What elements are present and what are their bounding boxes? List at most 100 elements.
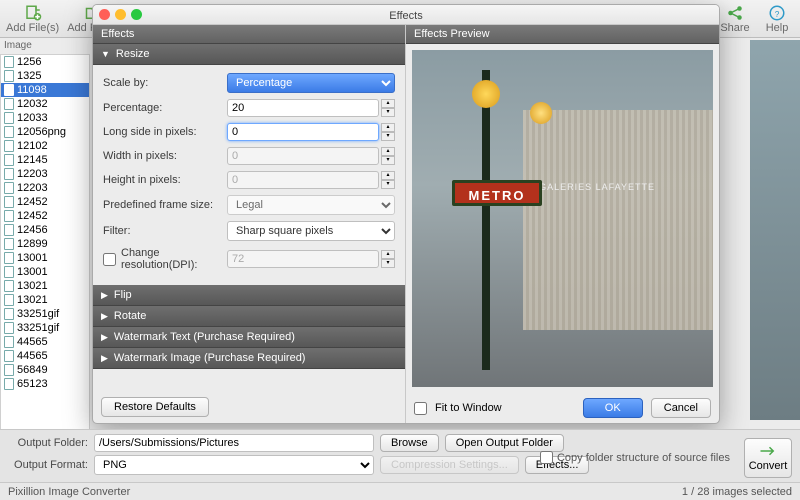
svg-text:?: ?: [775, 9, 780, 18]
copy-folder-structure-row[interactable]: Copy folder structure of source files: [540, 451, 730, 464]
list-item[interactable]: 44565: [1, 349, 89, 363]
list-item[interactable]: 12203: [1, 181, 89, 195]
copy-folder-structure-checkbox[interactable]: [540, 451, 553, 464]
share-label: Share: [720, 22, 749, 34]
section-watermark-text[interactable]: ▶Watermark Text (Purchase Required): [93, 327, 405, 348]
convert-icon: [759, 444, 777, 458]
list-item[interactable]: 12032: [1, 97, 89, 111]
browse-button[interactable]: Browse: [380, 434, 439, 452]
maximize-icon[interactable]: [131, 9, 142, 20]
list-item-label: 12032: [17, 98, 48, 110]
file-icon: [4, 238, 14, 250]
output-format-select[interactable]: PNG: [94, 455, 374, 475]
file-icon: [4, 224, 14, 236]
section-flip[interactable]: ▶Flip: [93, 285, 405, 306]
preview-pane-header: Effects Preview: [406, 25, 719, 44]
file-icon: [4, 168, 14, 180]
cancel-button[interactable]: Cancel: [651, 398, 711, 418]
list-item-label: 33251gif: [17, 308, 59, 320]
list-item[interactable]: 12452: [1, 209, 89, 223]
list-item[interactable]: 11098: [1, 83, 89, 97]
list-item[interactable]: 13021: [1, 293, 89, 307]
file-icon: [4, 266, 14, 278]
filter-select[interactable]: Sharp square pixels: [227, 221, 395, 241]
file-icon: [4, 84, 14, 96]
file-icon: [4, 56, 14, 68]
dpi-input: [227, 250, 379, 268]
resize-form: Scale by: Percentage Percentage: ▴▾ Long…: [93, 65, 405, 285]
scale-by-label: Scale by:: [103, 77, 227, 89]
file-icon: [4, 182, 14, 194]
list-item[interactable]: 13001: [1, 251, 89, 265]
file-icon: [4, 364, 14, 376]
long-side-stepper[interactable]: ▴▾: [381, 123, 395, 141]
minimize-icon[interactable]: [115, 9, 126, 20]
section-resize[interactable]: ▼Resize: [93, 44, 405, 65]
list-item[interactable]: 1256: [1, 55, 89, 69]
file-icon: [4, 336, 14, 348]
section-rotate[interactable]: ▶Rotate: [93, 306, 405, 327]
height-stepper[interactable]: ▴▾: [381, 171, 395, 189]
list-item[interactable]: 44565: [1, 335, 89, 349]
list-item[interactable]: 12203: [1, 167, 89, 181]
dialog-titlebar[interactable]: Effects: [93, 5, 719, 25]
close-icon[interactable]: [99, 9, 110, 20]
ok-button[interactable]: OK: [583, 398, 643, 418]
list-item[interactable]: 12899: [1, 237, 89, 251]
app-name-label: Pixillion Image Converter: [8, 486, 130, 498]
list-item-label: 12056png: [17, 126, 66, 138]
dialog-title: Effects: [389, 10, 422, 22]
file-icon: [4, 196, 14, 208]
list-item[interactable]: 12145: [1, 153, 89, 167]
long-side-input[interactable]: [227, 123, 379, 141]
add-files-button[interactable]: Add File(s): [6, 4, 59, 34]
help-button[interactable]: ? Help: [760, 4, 794, 34]
output-format-label: Output Format:: [6, 459, 88, 471]
list-item[interactable]: 12452: [1, 195, 89, 209]
effects-preview-image: GALERIES LAFAYETTE METRO: [412, 50, 713, 387]
preview-store-text: GALERIES LAFAYETTE: [539, 182, 655, 192]
list-item[interactable]: 13021: [1, 279, 89, 293]
file-list[interactable]: 1256132511098 120321203312056png 121021214…: [0, 54, 90, 434]
file-icon: [4, 322, 14, 334]
list-item[interactable]: 65123: [1, 377, 89, 391]
predefined-select: Legal: [227, 195, 395, 215]
list-item[interactable]: 12102: [1, 139, 89, 153]
list-item-label: 12456: [17, 224, 48, 236]
list-item[interactable]: 33251gif: [1, 321, 89, 335]
fit-to-window-checkbox[interactable]: [414, 402, 427, 415]
list-item-label: 13001: [17, 266, 48, 278]
section-watermark-image[interactable]: ▶Watermark Image (Purchase Required): [93, 348, 405, 369]
list-item[interactable]: 56849: [1, 363, 89, 377]
effects-dialog: Effects Effects ▼Resize Scale by: Percen…: [92, 4, 720, 424]
file-icon: [4, 280, 14, 292]
open-output-folder-button[interactable]: Open Output Folder: [445, 434, 564, 452]
list-item[interactable]: 13001: [1, 265, 89, 279]
width-stepper[interactable]: ▴▾: [381, 147, 395, 165]
list-item[interactable]: 12456: [1, 223, 89, 237]
change-resolution-checkbox[interactable]: [103, 253, 116, 266]
list-item-label: 56849: [17, 364, 48, 376]
change-resolution-label: Change resolution(DPI):: [121, 247, 222, 271]
output-folder-input[interactable]: [94, 434, 374, 452]
list-item[interactable]: 33251gif: [1, 307, 89, 321]
scale-by-select[interactable]: Percentage: [227, 73, 395, 93]
share-button[interactable]: Share: [718, 4, 752, 34]
list-item-label: 11098: [17, 84, 47, 96]
list-item[interactable]: 12033: [1, 111, 89, 125]
copy-folder-structure-label: Copy folder structure of source files: [557, 452, 730, 464]
file-icon: [4, 308, 14, 320]
percentage-input[interactable]: [227, 99, 379, 117]
list-item-label: 44565: [17, 336, 48, 348]
convert-button[interactable]: Convert: [744, 438, 792, 478]
list-item-label: 12102: [17, 140, 48, 152]
list-item-label: 12452: [17, 196, 48, 208]
filter-label: Filter:: [103, 225, 227, 237]
percentage-stepper[interactable]: ▴▾: [381, 99, 395, 117]
list-item[interactable]: 1325: [1, 69, 89, 83]
dpi-stepper[interactable]: ▴▾: [381, 250, 395, 268]
list-item[interactable]: 12056png: [1, 125, 89, 139]
file-icon: [4, 98, 14, 110]
restore-defaults-button[interactable]: Restore Defaults: [101, 397, 209, 417]
chevron-right-icon: ▶: [101, 311, 108, 322]
